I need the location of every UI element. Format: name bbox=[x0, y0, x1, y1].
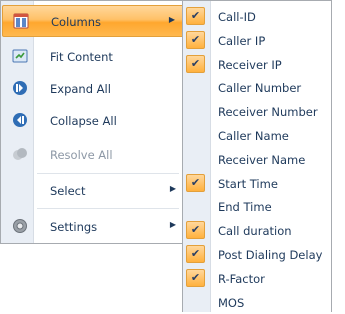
column-toggle-label: R-Factor bbox=[218, 271, 265, 286]
checkmark-icon: ✔ bbox=[186, 30, 205, 49]
submenu-arrow-icon: ▶ bbox=[169, 220, 176, 229]
submenu-arrow-icon: ▶ bbox=[168, 15, 175, 24]
menu-item-label: Resolve All bbox=[50, 148, 113, 162]
column-toggle-item[interactable]: MOS bbox=[184, 291, 330, 314]
expand-all-icon bbox=[13, 81, 27, 95]
column-toggle-label: End Time bbox=[218, 200, 272, 215]
menu-item-fit-content[interactable]: Fit Content bbox=[2, 41, 186, 73]
menu-item-label: Collapse All bbox=[50, 114, 117, 128]
column-toggle-item[interactable]: Caller Number bbox=[184, 76, 330, 100]
column-toggle-label: Receiver IP bbox=[218, 57, 282, 72]
column-toggle-item[interactable]: End Time bbox=[184, 195, 330, 219]
column-toggle-label: Call-ID bbox=[218, 10, 256, 24]
menu-item-label: Expand All bbox=[50, 82, 111, 96]
menu-separator bbox=[37, 173, 179, 174]
column-toggle-item[interactable]: ✔ Receiver IP bbox=[184, 53, 330, 77]
column-toggle-item[interactable]: ✔ Start Time bbox=[184, 172, 330, 196]
fit-content-icon bbox=[12, 49, 28, 63]
checkmark-icon: ✔ bbox=[186, 173, 205, 192]
menu-separator bbox=[37, 208, 179, 209]
columns-icon bbox=[13, 13, 29, 29]
gear-icon bbox=[13, 219, 27, 233]
menu-item-label: Columns bbox=[51, 15, 102, 29]
column-toggle-label: Caller Number bbox=[218, 81, 302, 96]
resolve-all-icon bbox=[13, 148, 27, 160]
column-toggle-item[interactable]: ✔ Post Dialing Delay bbox=[184, 243, 330, 267]
column-toggle-item[interactable]: ✔ R-Factor bbox=[184, 267, 330, 291]
column-toggle-item[interactable]: Caller Name bbox=[184, 124, 330, 148]
menu-item-settings[interactable]: Settings ▶ bbox=[2, 211, 186, 243]
menu-item-collapse-all[interactable]: Collapse All bbox=[2, 105, 186, 137]
columns-submenu: ✔ Call-ID ✔ Caller IP ✔ Receiver IP Caller Num… bbox=[182, 0, 332, 312]
collapse-all-icon bbox=[13, 113, 27, 127]
column-toggle-item[interactable]: Receiver Number bbox=[184, 100, 330, 124]
checkmark-icon: ✔ bbox=[186, 268, 205, 287]
column-toggle-item[interactable]: ✔ Call-ID bbox=[184, 5, 330, 29]
menu-item-label: Select bbox=[50, 184, 86, 198]
checkmark-icon: ✔ bbox=[186, 221, 205, 240]
column-toggle-item[interactable]: ✔ Caller IP bbox=[184, 29, 330, 53]
menu-item-columns[interactable]: Columns ▶ bbox=[2, 5, 186, 37]
column-toggle-item[interactable]: ✔ Call duration bbox=[184, 219, 330, 243]
menu-item-expand-all[interactable]: Expand All bbox=[2, 73, 186, 105]
menu-item-resolve-all[interactable]: Resolve All bbox=[2, 139, 186, 171]
column-toggle-label: Receiver Number bbox=[218, 105, 318, 120]
checkmark-icon: ✔ bbox=[186, 54, 205, 73]
column-toggle-label: Start Time bbox=[218, 176, 278, 191]
column-toggle-label: Post Dialing Delay bbox=[218, 248, 323, 262]
column-toggle-label: Call duration bbox=[218, 224, 292, 239]
menu-item-label: Fit Content bbox=[50, 50, 113, 64]
column-toggle-item[interactable]: Receiver Name bbox=[184, 148, 330, 172]
checkmark-icon: ✔ bbox=[186, 7, 205, 25]
column-toggle-label: Receiver Name bbox=[218, 152, 306, 167]
column-toggle-label: Caller IP bbox=[218, 33, 266, 48]
menu-item-label: Settings bbox=[50, 220, 98, 234]
column-toggle-label: Caller Name bbox=[218, 129, 289, 143]
context-menu: Columns ▶ Fit Content Expand All Collaps… bbox=[0, 0, 188, 244]
submenu-arrow-icon: ▶ bbox=[169, 184, 176, 193]
checkmark-icon: ✔ bbox=[186, 245, 205, 263]
menu-item-select[interactable]: Select ▶ bbox=[2, 175, 186, 207]
column-toggle-label: MOS bbox=[218, 295, 245, 310]
